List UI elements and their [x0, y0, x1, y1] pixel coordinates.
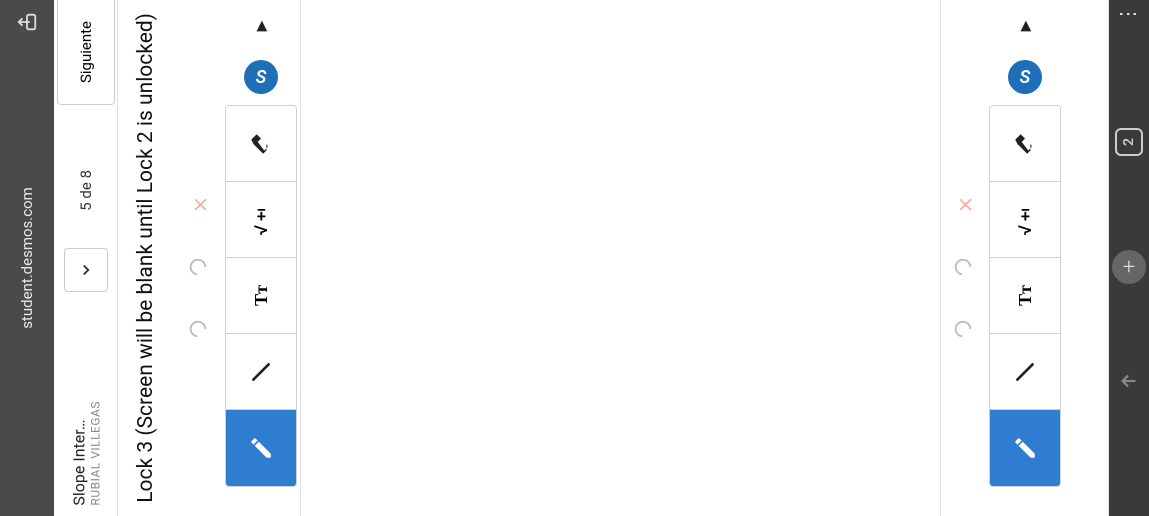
math-tool[interactable]: √±	[226, 182, 296, 258]
share-icon[interactable]	[13, 8, 41, 36]
teacher-name: RUBIAL VILLEGAS	[88, 401, 102, 506]
sketch-toolbar-2: √± Tт	[989, 105, 1061, 487]
close-icon[interactable]: ×	[946, 197, 979, 212]
undo-icon[interactable]	[187, 318, 209, 340]
tab-count-badge[interactable]: 2	[1115, 128, 1143, 156]
expand-tools-icon[interactable]: ▶	[1017, 21, 1033, 32]
screen-title: Lock 3 (Screen will be blank until Lock …	[132, 13, 160, 503]
tab-count: 2	[1121, 138, 1137, 146]
sketch-canvas-1[interactable]	[300, 0, 941, 516]
redo-icon[interactable]	[187, 256, 209, 278]
line-tool[interactable]	[226, 334, 296, 410]
line-tool[interactable]	[990, 334, 1060, 410]
more-vertical-icon[interactable]: ⋮	[1117, 4, 1141, 26]
close-icon[interactable]: ×	[181, 197, 214, 212]
activity-info: Slope Inter… RUBIAL VILLEGAS	[69, 401, 102, 506]
next-button-label: Siguiente	[77, 21, 95, 83]
screen-title-area: Lock 3 (Screen will be blank until Lock …	[118, 0, 174, 516]
sketch-toolbar-area-2: ▶ S √± Tт	[985, 0, 1065, 516]
sketch-badge-letter: S	[256, 67, 267, 88]
sketch-toolbar: √± Tт	[225, 105, 297, 487]
sketch-badge-letter: S	[1020, 67, 1031, 88]
sketch-color-badge[interactable]: S	[1008, 60, 1042, 94]
text-tool[interactable]: Tт	[990, 258, 1060, 334]
browser-tab-bar: ⋮ 2 +	[1109, 0, 1149, 516]
screen-picker-dropdown[interactable]	[64, 248, 108, 292]
draw-tool[interactable]	[226, 410, 296, 486]
expand-tools-icon[interactable]: ▶	[253, 21, 269, 32]
activity-main: Siguiente 5 de 8 Slope Inter… RUBIAL VIL…	[54, 0, 1109, 516]
new-tab-icon[interactable]: +	[1112, 250, 1146, 284]
activity-header: Siguiente 5 de 8 Slope Inter… RUBIAL VIL…	[54, 0, 118, 516]
redo-icon[interactable]	[952, 256, 974, 278]
eraser-tool[interactable]	[990, 106, 1060, 182]
sketch-history-controls-2: ×	[941, 0, 985, 516]
browser-url[interactable]: student.desmos.com	[18, 187, 36, 329]
activity-title: Slope Inter…	[69, 401, 88, 506]
eraser-tool[interactable]	[226, 106, 296, 182]
undo-icon[interactable]	[952, 318, 974, 340]
sketch-toolbar-area: ▶ S √± Tт	[222, 0, 300, 516]
browser-address-bar: student.desmos.com	[0, 0, 54, 516]
math-tool[interactable]: √±	[990, 182, 1060, 258]
page-counter: 5 de 8	[77, 170, 95, 211]
sketch-history-controls: ×	[174, 0, 222, 516]
draw-tool[interactable]	[990, 410, 1060, 486]
sketch-block-2: × ▶ S √± Tт	[941, 0, 1109, 516]
text-tool[interactable]: Tт	[226, 258, 296, 334]
share-up-icon[interactable]	[1118, 370, 1140, 392]
sketch-color-badge[interactable]: S	[244, 60, 278, 94]
next-button[interactable]: Siguiente	[57, 0, 115, 105]
